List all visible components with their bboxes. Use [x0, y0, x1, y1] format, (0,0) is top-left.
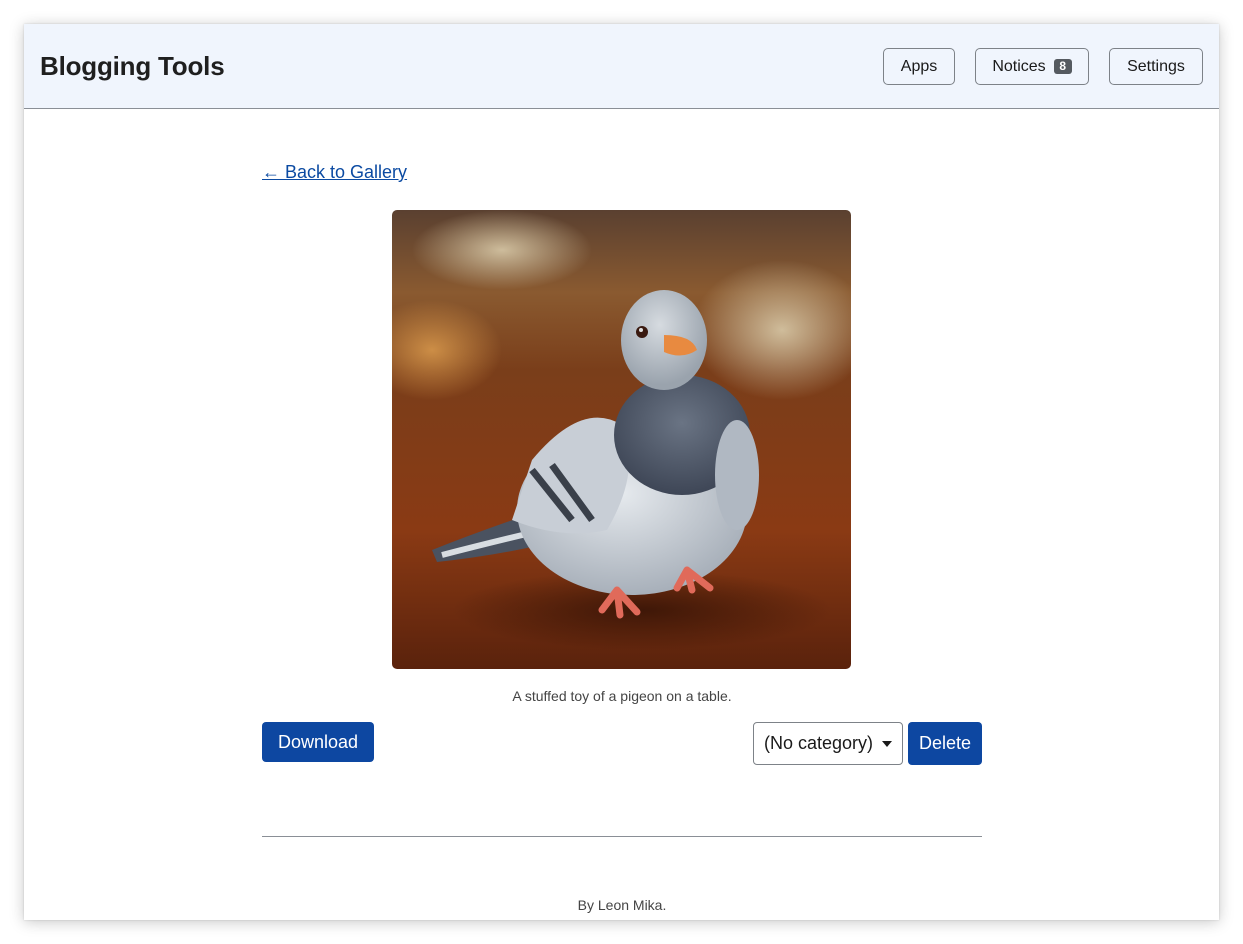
pigeon-photo: [392, 210, 851, 669]
apps-button-label: Apps: [900, 57, 938, 75]
top-navbar: Blogging Tools Apps Notices 8 Settings: [24, 24, 1219, 109]
app-window: Blogging Tools Apps Notices 8 Settings ←…: [24, 24, 1219, 920]
notices-button-label: Notices: [992, 57, 1046, 75]
back-to-gallery-link[interactable]: ← Back to Gallery: [262, 161, 407, 183]
notices-button[interactable]: Notices 8: [975, 48, 1089, 85]
category-select-value: (No category): [764, 733, 874, 753]
footer-text: By Leon Mika.: [577, 897, 667, 913]
download-button-label: Download: [277, 731, 359, 752]
settings-button[interactable]: Settings: [1109, 48, 1203, 85]
gallery-image: [392, 210, 851, 669]
delete-button-label: Delete: [918, 733, 972, 753]
apps-button[interactable]: Apps: [883, 48, 955, 85]
settings-button-label: Settings: [1127, 57, 1185, 75]
app-title: Blogging Tools: [40, 51, 225, 81]
image-caption: A stuffed toy of a pigeon on a table.: [512, 688, 732, 704]
notices-count-badge: 8: [1053, 59, 1072, 74]
delete-button[interactable]: Delete: [908, 722, 982, 765]
category-select[interactable]: (No category): [753, 722, 903, 765]
download-button[interactable]: Download: [262, 722, 374, 762]
chevron-down-icon: [882, 741, 892, 747]
footer-divider: [262, 836, 982, 837]
